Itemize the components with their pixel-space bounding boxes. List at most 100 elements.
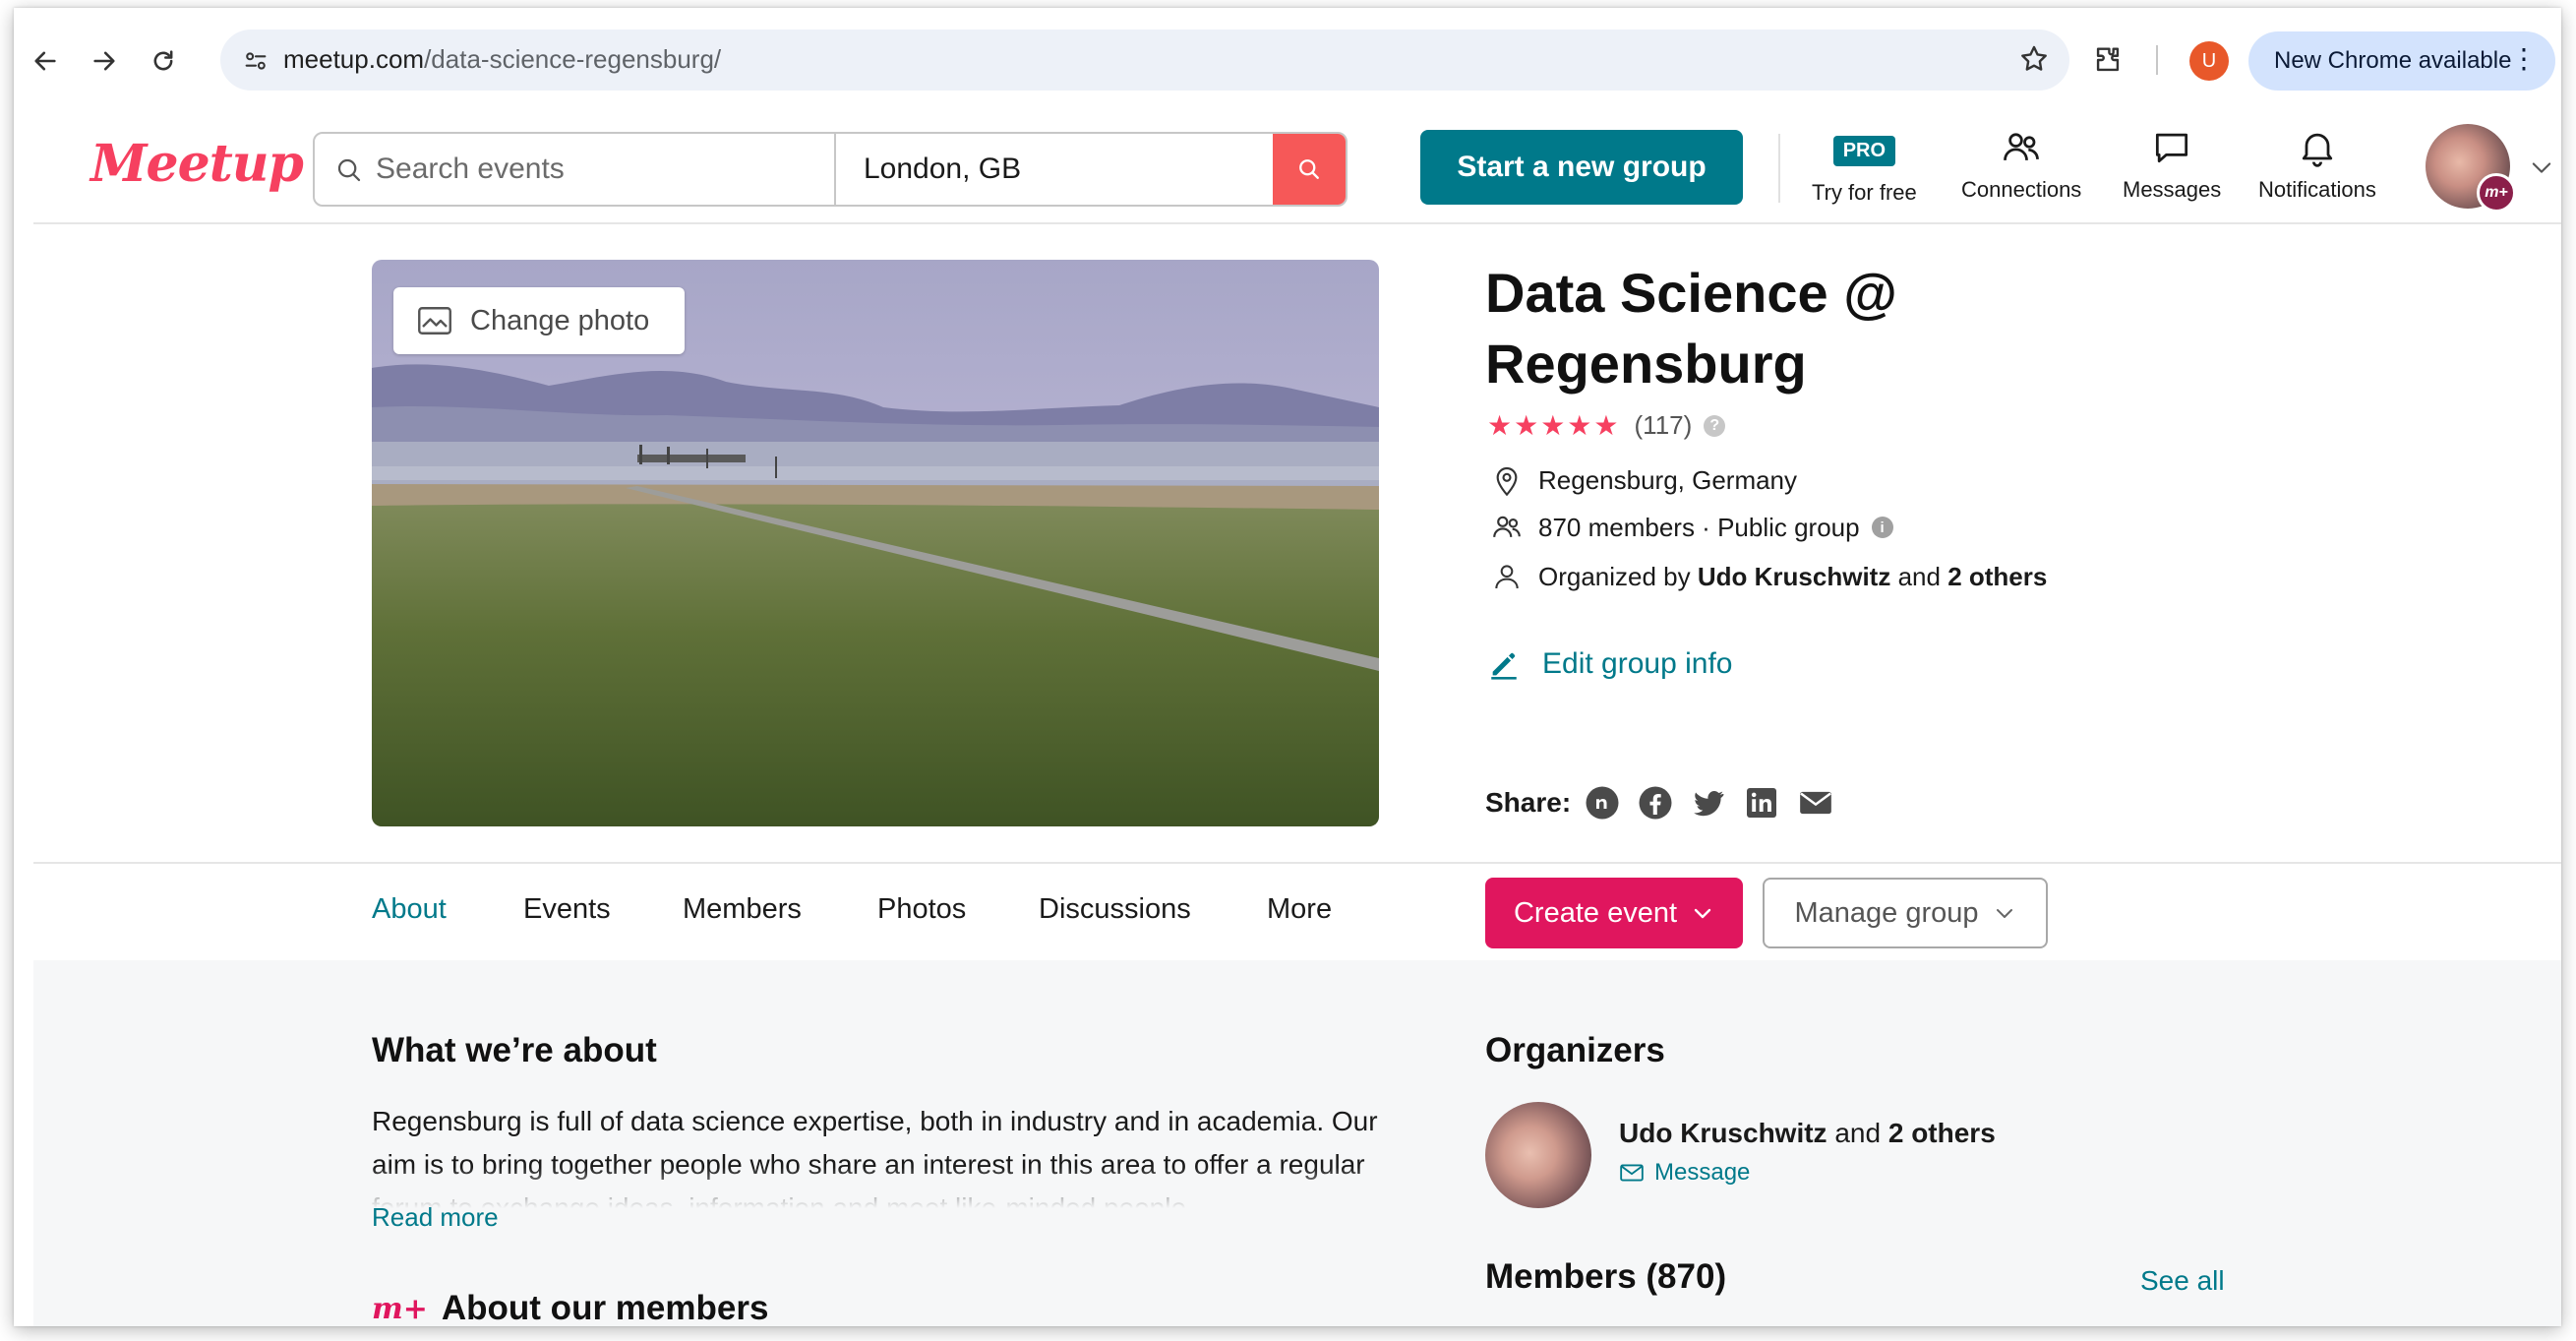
search-events-input[interactable]: [376, 148, 809, 191]
address-bar[interactable]: meetup.com/data-science-regensburg/: [220, 30, 2069, 91]
site-settings-icon[interactable]: [242, 47, 270, 80]
email-icon[interactable]: [1797, 785, 1834, 821]
organizer-name-link[interactable]: Udo Kruschwitz: [1619, 1118, 1827, 1148]
about-section-title: What we’re about: [372, 1031, 657, 1069]
chrome-profile-avatar[interactable]: U: [2189, 41, 2229, 81]
search-bar: [313, 132, 1348, 207]
organized-by-label: Organized by: [1538, 561, 1691, 591]
members-section-title: Members (870): [1485, 1257, 1727, 1296]
meetup-logo[interactable]: Meetup: [90, 134, 304, 194]
connections-label: Connections: [1961, 177, 2082, 202]
group-details-section: What we’re about Regensburg is full of d…: [33, 960, 2561, 1326]
star-rating-icon: ★★★★★: [1487, 410, 1621, 441]
try-for-free-label: Try for free: [1812, 180, 1917, 205]
back-button[interactable]: [26, 41, 65, 81]
chevron-down-icon: [1691, 901, 1714, 925]
bell-icon: [2302, 133, 2333, 167]
meetup-share-icon[interactable]: [1585, 785, 1620, 821]
manage-group-button[interactable]: Manage group: [1763, 878, 2048, 948]
message-label: Message: [1654, 1159, 1751, 1186]
tab-members[interactable]: Members: [683, 893, 802, 926]
search-submit-button[interactable]: [1273, 134, 1346, 205]
messages-link[interactable]: Messages: [2123, 126, 2221, 214]
linkedin-icon[interactable]: [1744, 785, 1779, 821]
notifications-link[interactable]: Notifications: [2258, 126, 2376, 214]
rating-count: (117): [1634, 410, 1693, 440]
forward-button[interactable]: [85, 41, 124, 81]
pro-badge: PRO: [1832, 136, 1896, 166]
url-path: /data-science-regensburg/: [424, 44, 722, 74]
arrow-left-icon: [34, 51, 56, 71]
site-header: Meetup Start a new group PRO Try for fre…: [33, 114, 2561, 224]
organizer-names: Udo Kruschwitz and 2 others: [1619, 1118, 1996, 1149]
organizer-others-link[interactable]: 2 others: [1888, 1118, 1996, 1148]
tab-photos[interactable]: Photos: [877, 893, 966, 926]
image-icon: [417, 306, 452, 335]
reload-icon: [153, 50, 173, 71]
chevron-down-icon[interactable]: [2528, 153, 2555, 186]
group-rating: ★★★★★ (117) ?: [1487, 409, 1726, 442]
edit-group-info-link[interactable]: Edit group info: [1487, 647, 1732, 681]
group-title-line1: Data Science @: [1485, 262, 1897, 324]
meetup-plus-icon: m+: [372, 1291, 428, 1326]
group-location-row: Regensburg, Germany: [1487, 462, 1797, 498]
tab-more[interactable]: More: [1267, 893, 1332, 926]
organizer-others-link[interactable]: 2 others: [1947, 562, 2047, 592]
message-organizer-link[interactable]: Message: [1619, 1159, 1750, 1187]
group-location: Regensburg, Germany: [1538, 464, 1798, 495]
envelope-icon: [1619, 1162, 1645, 1184]
manage-group-label: Manage group: [1794, 896, 1979, 929]
group-members-row: 870 members · Public group i: [1487, 511, 1893, 544]
group-title: Data Science @ Regensburg: [1485, 258, 2174, 399]
message-bubble-icon: [2156, 133, 2188, 163]
new-chrome-available-button[interactable]: New Chrome available ⋮: [2248, 31, 2555, 91]
arrow-right-icon: [93, 51, 115, 71]
organizer-name-link[interactable]: Udo Kruschwitz: [1698, 562, 1890, 592]
location-pin-icon: [1487, 462, 1527, 498]
read-more-link[interactable]: Read more: [372, 1202, 499, 1233]
browser-window: meetup.com/data-science-regensburg/ U Ne…: [14, 8, 2561, 1326]
browser-toolbar: meetup.com/data-science-regensburg/ U Ne…: [14, 8, 2561, 114]
chrome-menu-icon[interactable]: ⋮: [2510, 45, 2538, 73]
group-cover-photo: Change photo: [372, 260, 1379, 826]
messages-label: Messages: [2123, 177, 2222, 202]
try-pro-link[interactable]: PRO Try for free: [1812, 126, 1917, 214]
tabs-divider: [33, 862, 2561, 864]
person-icon: [1487, 560, 1527, 593]
tab-discussions[interactable]: Discussions: [1039, 893, 1191, 926]
chevron-down-icon: [1993, 901, 2016, 925]
pencil-icon: [1487, 647, 1521, 681]
see-all-members-link[interactable]: See all: [2140, 1265, 2225, 1297]
bookmark-star-icon[interactable]: [2018, 43, 2050, 80]
info-icon[interactable]: i: [1871, 517, 1893, 538]
tab-events[interactable]: Events: [523, 893, 611, 926]
url-host: meetup.com: [283, 44, 425, 74]
twitter-icon[interactable]: [1691, 785, 1726, 821]
location-field: [836, 134, 1275, 205]
reload-button[interactable]: [144, 41, 183, 81]
start-new-group-button[interactable]: Start a new group: [1420, 130, 1743, 205]
group-organizer-row: Organized by Udo Kruschwitz and 2 others: [1487, 560, 2047, 593]
organizer-avatar[interactable]: [1485, 1102, 1591, 1208]
change-photo-button[interactable]: Change photo: [393, 287, 685, 354]
url-text: meetup.com/data-science-regensburg/: [283, 44, 721, 75]
create-event-button[interactable]: Create event: [1485, 878, 1743, 948]
connections-link[interactable]: Connections: [1961, 126, 2081, 214]
group-members-summary: 870 members · Public group: [1538, 512, 1860, 542]
extensions-icon[interactable]: [2091, 43, 2125, 82]
search-events-field: [315, 134, 836, 205]
location-input[interactable]: [864, 148, 1257, 191]
search-icon: [1299, 159, 1319, 179]
help-icon[interactable]: ?: [1704, 414, 1726, 437]
search-icon: [334, 155, 364, 190]
notifications-label: Notifications: [2258, 177, 2376, 202]
edit-group-info-label: Edit group info: [1542, 647, 1733, 680]
organizers-section-title: Organizers: [1485, 1031, 1665, 1069]
tab-about[interactable]: About: [372, 893, 447, 926]
group-title-line2: Regensburg: [1485, 333, 1807, 395]
share-label: Share:: [1485, 787, 1572, 818]
header-divider: [1778, 134, 1780, 203]
about-members-heading: m+ About our members: [372, 1289, 768, 1326]
change-photo-label: Change photo: [470, 304, 650, 336]
facebook-icon[interactable]: [1638, 785, 1673, 821]
